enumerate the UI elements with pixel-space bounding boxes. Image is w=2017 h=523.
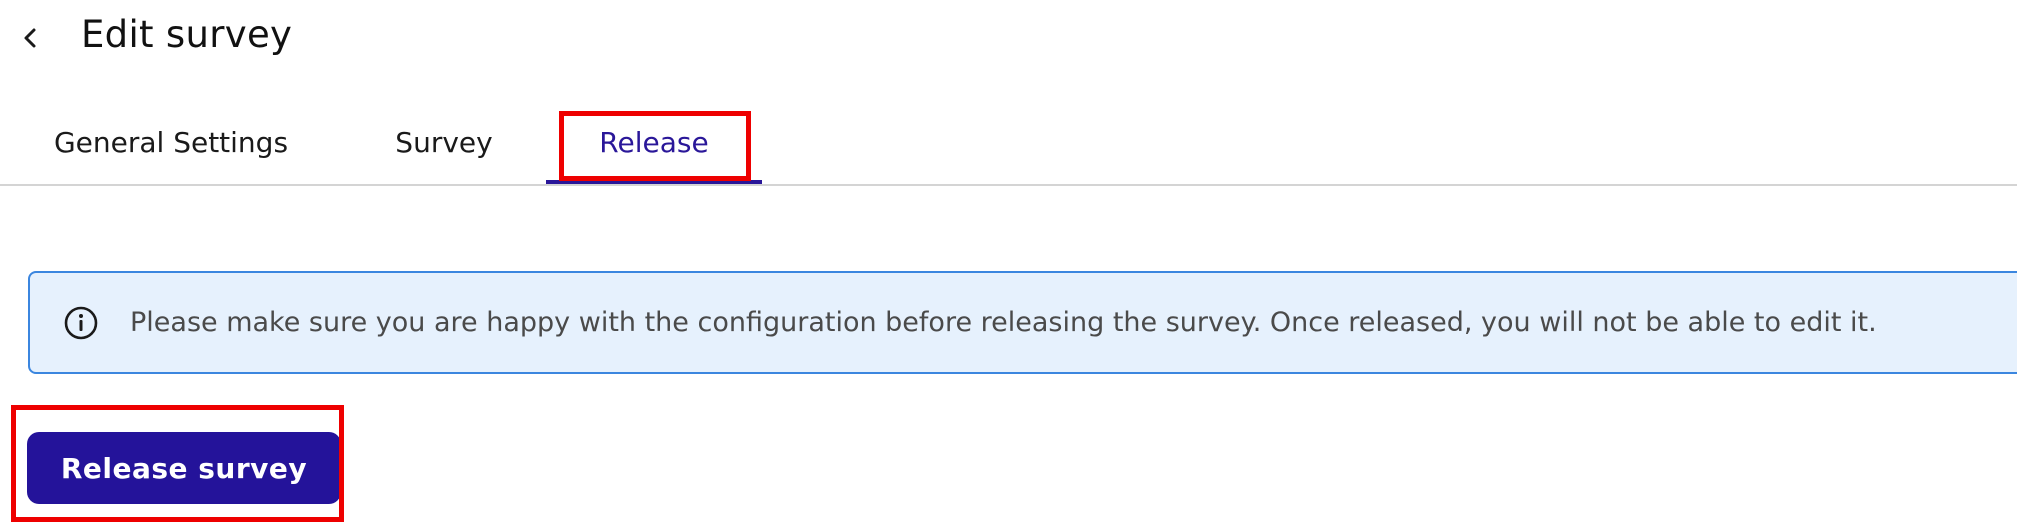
page-header: Edit survey [0, 0, 2017, 80]
tab-bar: General Settings Survey Release [0, 100, 2017, 186]
chevron-left-icon [24, 28, 36, 48]
page-title: Edit survey [81, 13, 293, 56]
tab-survey[interactable]: Survey [394, 118, 494, 168]
tab-general-settings[interactable]: General Settings [48, 118, 294, 168]
active-tab-indicator [546, 180, 762, 184]
info-icon [64, 306, 98, 340]
tab-release[interactable]: Release [546, 118, 762, 168]
info-message: Please make sure you are happy with the … [130, 307, 1877, 338]
release-survey-button[interactable]: Release survey [27, 432, 341, 504]
info-banner: Please make sure you are happy with the … [28, 271, 2017, 374]
back-button[interactable] [14, 22, 46, 54]
